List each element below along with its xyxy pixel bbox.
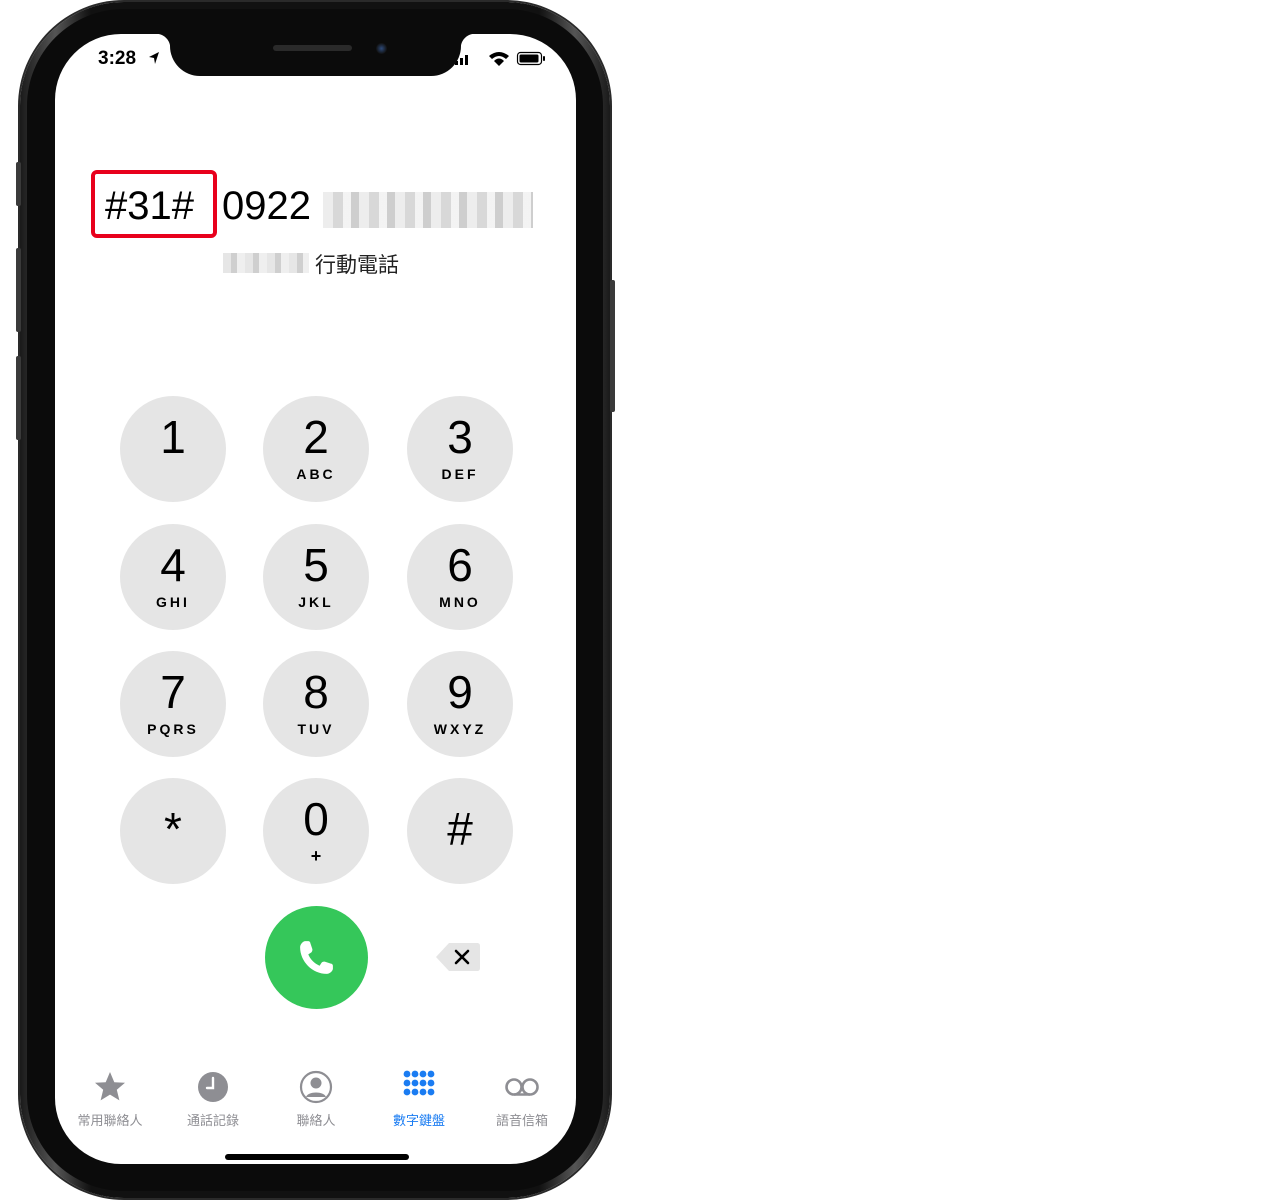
key-5[interactable]: 5 JKL	[263, 524, 369, 630]
key-digit: 7	[160, 666, 186, 718]
key-digit: 0	[303, 793, 329, 845]
delete-backspace-icon[interactable]	[435, 942, 481, 972]
key-plus: +	[310, 846, 322, 866]
call-button[interactable]	[265, 906, 368, 1009]
key-1[interactable]: 1	[120, 396, 226, 502]
key-letters: WXYZ	[433, 721, 487, 737]
home-indicator[interactable]	[225, 1154, 409, 1160]
mute-switch	[16, 162, 21, 206]
tab-keypad[interactable]: 數字鍵盤	[369, 1070, 469, 1130]
voicemail-icon	[505, 1078, 539, 1096]
tab-contacts[interactable]: 聯絡人	[266, 1070, 366, 1130]
power-button	[610, 280, 615, 412]
phone-handset-icon	[300, 941, 333, 974]
key-symbol: *	[164, 803, 182, 855]
tab-label: 常用聯絡人	[77, 1113, 143, 1128]
volume-up-button	[16, 248, 21, 332]
key-letters: ABC	[296, 466, 336, 482]
clock-icon	[198, 1072, 228, 1102]
person-icon	[299, 1070, 333, 1104]
earpiece-speaker	[273, 45, 352, 51]
phone-screen: 3:28 #31# 0922 行動電話 1 2 ABC 3 DEF 4 GHI …	[55, 34, 576, 1164]
contact-match: 行動電話	[223, 249, 523, 277]
tab-bar: 常用聯絡人 通話記錄 聯絡人 數字鍵盤 語音信箱	[55, 1070, 576, 1134]
key-hash[interactable]: #	[407, 778, 513, 884]
phone-number: 0922	[222, 184, 311, 228]
key-2[interactable]: 2 ABC	[263, 396, 369, 502]
key-6[interactable]: 6 MNO	[407, 524, 513, 630]
key-letters: MNO	[439, 594, 481, 610]
key-digit: 8	[303, 666, 329, 718]
tab-label: 數字鍵盤	[392, 1113, 445, 1128]
dialed-number-display: #31# 0922	[91, 170, 561, 240]
tab-favorites[interactable]: 常用聯絡人	[60, 1070, 160, 1130]
tab-recents[interactable]: 通話記錄	[163, 1070, 263, 1130]
key-digit: 4	[160, 539, 186, 591]
key-letters: DEF	[441, 466, 479, 482]
key-8[interactable]: 8 TUV	[263, 651, 369, 757]
key-digit: 5	[303, 539, 329, 591]
tab-label: 語音信箱	[495, 1113, 548, 1128]
notch	[156, 34, 475, 76]
key-letters: PQRS	[147, 721, 199, 737]
tab-label: 聯絡人	[296, 1113, 336, 1128]
key-letters: JKL	[298, 594, 334, 610]
status-indicators	[455, 51, 545, 66]
key-9[interactable]: 9 WXYZ	[407, 651, 513, 757]
contact-name-redacted	[223, 253, 309, 273]
tab-voicemail[interactable]: 語音信箱	[472, 1070, 572, 1130]
number-redacted	[323, 192, 533, 228]
key-letters: GHI	[156, 594, 190, 610]
volume-down-button	[16, 356, 21, 440]
star-icon	[95, 1072, 125, 1101]
key-digit: 6	[447, 539, 473, 591]
key-3[interactable]: 3 DEF	[407, 396, 513, 502]
key-4[interactable]: 4 GHI	[120, 524, 226, 630]
key-0[interactable]: 0 +	[263, 778, 369, 884]
front-camera	[376, 43, 387, 54]
key-digit: 1	[160, 411, 186, 463]
prefix-code: #31#	[105, 184, 194, 228]
location-arrow-icon	[149, 52, 159, 64]
wifi-icon	[489, 52, 509, 66]
key-digit: 2	[303, 411, 329, 463]
tab-label: 通話記錄	[186, 1113, 239, 1128]
key-symbol: #	[447, 803, 473, 855]
key-digit: 9	[447, 666, 473, 718]
key-digit: 3	[447, 411, 473, 463]
key-letters: TUV	[297, 721, 335, 737]
key-star[interactable]: *	[120, 778, 226, 884]
keypad-icon	[403, 1070, 435, 1096]
key-7[interactable]: 7 PQRS	[120, 651, 226, 757]
status-time: 3:28	[98, 48, 137, 69]
battery-icon	[516, 51, 545, 66]
contact-type-label: 行動電話	[315, 254, 399, 277]
